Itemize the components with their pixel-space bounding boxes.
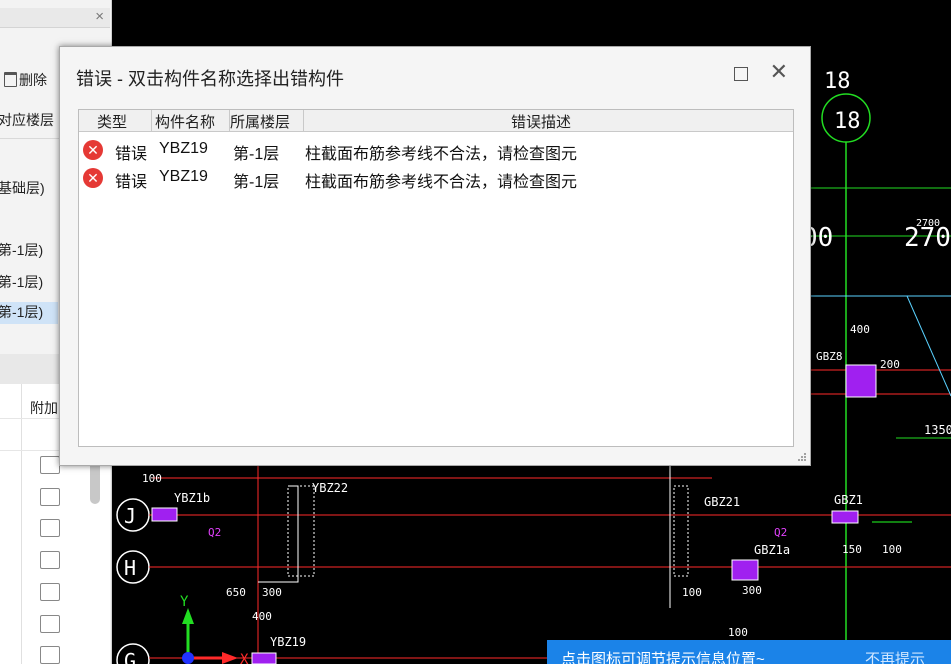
- list-item-floor[interactable]: 第-1层): [0, 272, 43, 292]
- wall-GBZ21[interactable]: [673, 485, 689, 577]
- delete-button[interactable]: 删除: [4, 70, 47, 90]
- component-label: YBZ1b: [174, 491, 210, 505]
- dim-label: 650: [226, 586, 246, 599]
- wall-label: Q2: [774, 526, 787, 539]
- checkbox[interactable]: [40, 456, 60, 474]
- header-divider: [151, 110, 152, 132]
- checkbox[interactable]: [40, 519, 60, 537]
- component-label: GBZ1a: [754, 543, 790, 557]
- column-GBZ8[interactable]: [845, 364, 877, 398]
- checkbox[interactable]: [40, 646, 60, 664]
- dim-label: 150: [842, 543, 862, 556]
- axis-H-label: H: [124, 556, 136, 580]
- checkbox[interactable]: [40, 488, 60, 506]
- list-item-floor[interactable]: 第-1层): [0, 240, 43, 260]
- dim-label: 100: [882, 543, 902, 556]
- error-dialog: 错误 - 双击构件名称选择出错构件 ✕ 类型 构件名称 所属楼层 错误描述 ✕ …: [59, 46, 811, 466]
- trash-icon: [4, 72, 17, 87]
- slab-edge: [906, 295, 951, 397]
- hint-banner[interactable]: 点击图标可调节提示信息位置~ 不再提示: [547, 640, 951, 664]
- cell-type: 错误: [115, 174, 148, 191]
- axis-bubble-label: 18: [834, 109, 861, 134]
- dim-label: 300: [742, 584, 762, 597]
- cell-name[interactable]: YBZ19: [159, 168, 208, 186]
- maximize-icon[interactable]: [734, 67, 748, 81]
- axis-bubble-18: 18 18: [821, 69, 871, 143]
- wall-outline: [258, 485, 299, 583]
- dialog-title: 错误 - 双击构件名称选择出错构件: [76, 69, 344, 89]
- cell-description: 柱截面布筋参考线不合法，请检查图元: [305, 174, 578, 191]
- dim-label: 400: [850, 323, 870, 336]
- hint-message: 点击图标可调节提示信息位置~: [561, 651, 765, 664]
- wall-label: Q2: [208, 526, 221, 539]
- checkbox[interactable]: [40, 551, 60, 569]
- x-axis-label: X: [240, 652, 249, 664]
- checkbox[interactable]: [40, 583, 60, 601]
- cell-floor: 第-1层: [233, 174, 280, 191]
- error-icon: ✕: [83, 140, 103, 160]
- panel-close-icon[interactable]: ×: [95, 8, 104, 25]
- table-header: 类型 构件名称 所属楼层 错误描述: [79, 110, 793, 132]
- dim-label: 300: [262, 586, 282, 599]
- app-root: 18 18 J H G 00 270 2700 GBZ8 400 200 135…: [0, 0, 951, 664]
- checkbox[interactable]: [40, 615, 60, 633]
- component-label: GBZ21: [704, 495, 740, 509]
- delete-label: 删除: [19, 72, 47, 88]
- table-row[interactable]: ✕ 错误 YBZ19 第-1层 柱截面布筋参考线不合法，请检查图元: [79, 164, 793, 192]
- error-table: 类型 构件名称 所属楼层 错误描述 ✕ 错误 YBZ19 第-1层 柱截面布筋参…: [78, 109, 794, 447]
- close-icon[interactable]: ✕: [770, 61, 788, 83]
- dim-label: 400: [252, 610, 272, 623]
- column-GBZ1[interactable]: [831, 510, 859, 524]
- error-icon: ✕: [83, 168, 103, 188]
- dismiss-hint-link[interactable]: 不再提示: [865, 648, 925, 664]
- dim-label: 200: [880, 358, 900, 371]
- cell-name[interactable]: YBZ19: [159, 140, 208, 158]
- column-header-additional: 附加: [30, 400, 58, 416]
- dim-label: 100: [682, 586, 702, 599]
- column-YBZ1b[interactable]: [151, 507, 178, 522]
- component-label: GBZ8: [816, 350, 843, 363]
- component-label: YBZ22: [312, 481, 348, 495]
- axis-J-label: J: [124, 504, 136, 528]
- column-YBZ19[interactable]: [251, 652, 277, 664]
- coordinate-axes-icon: Y X: [180, 594, 249, 664]
- dim-label: 1350: [924, 423, 951, 437]
- column-header-floor[interactable]: 所属楼层: [230, 111, 304, 131]
- column-GBZ1a[interactable]: [731, 559, 759, 581]
- axis-G-label: G: [124, 649, 136, 664]
- axis-H: H: [116, 550, 951, 584]
- list-item-floor-selected[interactable]: 第-1层): [0, 302, 58, 324]
- dim-label: 2700: [916, 218, 940, 229]
- cell-description: 柱截面布筋参考线不合法，请检查图元: [305, 146, 578, 163]
- component-label: GBZ1: [834, 493, 863, 507]
- column-header-description[interactable]: 错误描述: [511, 111, 601, 131]
- column-header-type[interactable]: 类型: [97, 111, 147, 131]
- cell-type: 错误: [115, 146, 148, 163]
- dim-label: 100: [728, 626, 748, 639]
- header-divider: [303, 110, 304, 132]
- axis-J: J: [116, 498, 951, 532]
- wall-YBZ22[interactable]: [287, 485, 315, 577]
- cell-floor: 第-1层: [233, 146, 280, 163]
- resize-grip-icon[interactable]: [797, 452, 807, 462]
- dim-label: 100: [142, 472, 162, 485]
- table-divider: [21, 384, 22, 664]
- component-label: YBZ19: [270, 635, 306, 649]
- column-header-name[interactable]: 构件名称: [155, 111, 231, 131]
- corresponding-floor-label: 对应楼层: [0, 112, 54, 128]
- panel-titlebar: ×: [0, 8, 110, 28]
- axis-label-top: 18: [824, 69, 851, 94]
- y-axis-label: Y: [180, 594, 189, 610]
- table-row[interactable]: ✕ 错误 YBZ19 第-1层 柱截面布筋参考线不合法，请检查图元: [79, 136, 793, 164]
- list-item-foundation[interactable]: 基础层): [0, 178, 45, 198]
